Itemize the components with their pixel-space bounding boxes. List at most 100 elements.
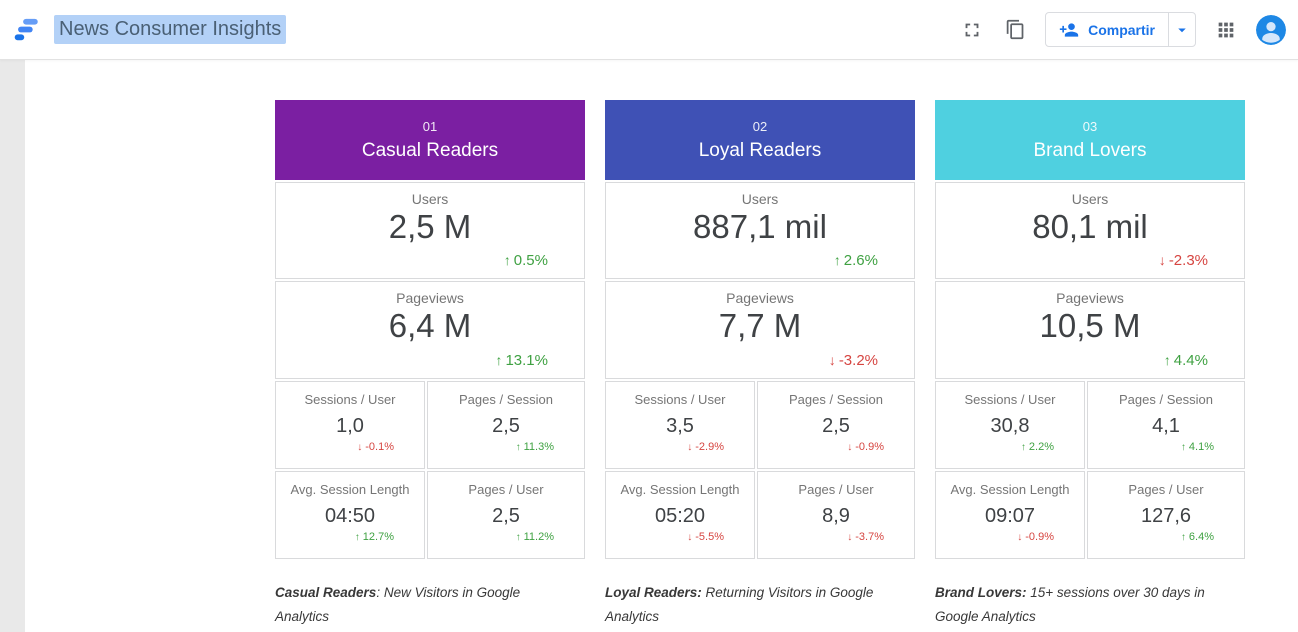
panel-header[interactable]: 03 Brand Lovers (935, 100, 1245, 180)
metric-delta: -0.9% (1017, 531, 1054, 543)
sessions-per-user-scorecard[interactable]: Sessions / User 30,8 2.2% (935, 381, 1085, 469)
trend-arrow-icon (504, 252, 511, 269)
delta-value: -3.7% (855, 531, 884, 543)
metric-label: Pages / User (428, 482, 584, 497)
trend-arrow-icon (516, 531, 521, 543)
metric-delta: -0.9% (847, 441, 884, 453)
user-avatar[interactable] (1256, 15, 1286, 45)
metric-value: 2,5 (428, 415, 584, 438)
metric-label: Sessions / User (936, 392, 1084, 407)
trend-arrow-icon (355, 531, 360, 543)
metric-label: Sessions / User (606, 392, 754, 407)
metric-value: 1,0 (276, 415, 424, 438)
scorecard-row: Avg. Session Length 04:50 12.7% Pages / … (275, 471, 585, 559)
pages-per-user-scorecard[interactable]: Pages / User 127,6 6.4% (1087, 471, 1245, 559)
metric-delta: 11.3% (516, 441, 554, 453)
panel-casual-readers: 01 Casual Readers Users 2,5 M 0.5% Pagev… (275, 100, 585, 559)
metric-value: 7,7 M (606, 307, 914, 345)
share-button[interactable]: Compartir (1046, 13, 1168, 46)
delta-value: 2.2% (1029, 441, 1054, 453)
app-header: News Consumer Insights Compartir (0, 0, 1298, 60)
avg-session-length-scorecard[interactable]: Avg. Session Length 09:07 -0.9% (935, 471, 1085, 559)
delta-value: 11.3% (524, 441, 554, 453)
metric-value: 04:50 (276, 505, 424, 528)
metric-delta: 6.4% (1181, 531, 1214, 543)
pages-per-user-scorecard[interactable]: Pages / User 8,9 -3.7% (757, 471, 915, 559)
trend-arrow-icon (1159, 252, 1166, 269)
trend-arrow-icon (516, 441, 521, 453)
delta-value: 0.5% (514, 252, 548, 269)
metric-value: 127,6 (1088, 505, 1244, 528)
metric-value: 10,5 M (936, 307, 1244, 345)
metric-label: Users (606, 191, 914, 207)
trend-arrow-icon (496, 352, 503, 369)
delta-value: -0.1% (365, 441, 394, 453)
delta-value: -5.5% (695, 531, 724, 543)
pages-per-user-scorecard[interactable]: Pages / User 2,5 11.2% (427, 471, 585, 559)
panel-title: Casual Readers (275, 140, 585, 162)
apps-grid-button[interactable] (1213, 17, 1239, 43)
metric-label: Avg. Session Length (276, 482, 424, 497)
pages-per-session-scorecard[interactable]: Pages / Session 2,5 11.3% (427, 381, 585, 469)
trend-arrow-icon (829, 352, 836, 369)
avg-session-length-scorecard[interactable]: Avg. Session Length 04:50 12.7% (275, 471, 425, 559)
users-scorecard[interactable]: Users 887,1 mil 2.6% (605, 182, 915, 279)
metric-delta: 2.6% (834, 252, 878, 269)
delta-value: 2.6% (844, 252, 878, 269)
metric-delta: -5.5% (687, 531, 724, 543)
panel-header[interactable]: 01 Casual Readers (275, 100, 585, 180)
footnote-casual-readers: Casual Readers: New Visitors in Google A… (275, 581, 567, 629)
metric-label: Avg. Session Length (936, 482, 1084, 497)
metric-delta: -2.9% (687, 441, 724, 453)
metric-delta: 2.2% (1021, 441, 1054, 453)
scorecard-row: Sessions / User 30,8 2.2% Pages / Sessio… (935, 381, 1245, 469)
trend-arrow-icon (1017, 531, 1022, 543)
report-title[interactable]: News Consumer Insights (54, 15, 286, 44)
footnote-loyal-readers: Loyal Readers: Returning Visitors in Goo… (605, 581, 897, 629)
share-button-group: Compartir (1045, 12, 1196, 47)
pages-per-session-scorecard[interactable]: Pages / Session 4,1 4.1% (1087, 381, 1245, 469)
trend-arrow-icon (1181, 531, 1186, 543)
header-actions: Compartir (959, 12, 1286, 47)
metric-value: 09:07 (936, 505, 1084, 528)
metric-delta: 12.7% (355, 531, 394, 543)
panel-header[interactable]: 02 Loyal Readers (605, 100, 915, 180)
scorecard-row: Sessions / User 3,5 -2.9% Pages / Sessio… (605, 381, 915, 469)
sessions-per-user-scorecard[interactable]: Sessions / User 1,0 -0.1% (275, 381, 425, 469)
metric-label: Pages / Session (758, 392, 914, 407)
metric-value: 887,1 mil (606, 208, 914, 246)
metric-value: 3,5 (606, 415, 754, 438)
delta-value: 4.1% (1189, 441, 1214, 453)
users-scorecard[interactable]: Users 80,1 mil -2.3% (935, 182, 1245, 279)
metric-delta: 0.5% (504, 252, 548, 269)
delta-value: 13.1% (505, 352, 548, 369)
delta-value: -3.2% (839, 352, 878, 369)
metric-value: 2,5 (428, 505, 584, 528)
delta-value: -2.9% (695, 441, 724, 453)
pages-per-session-scorecard[interactable]: Pages / Session 2,5 -0.9% (757, 381, 915, 469)
pageviews-scorecard[interactable]: Pageviews 7,7 M -3.2% (605, 281, 915, 379)
metric-label: Pages / User (1088, 482, 1244, 497)
pageviews-scorecard[interactable]: Pageviews 6,4 M 13.1% (275, 281, 585, 379)
pageviews-scorecard[interactable]: Pageviews 10,5 M 4.4% (935, 281, 1245, 379)
delta-value: -2.3% (1169, 252, 1208, 269)
copy-pages-button[interactable] (1002, 17, 1028, 43)
trend-arrow-icon (1164, 352, 1171, 369)
metric-value: 80,1 mil (936, 208, 1244, 246)
metric-label: Pages / Session (1088, 392, 1244, 407)
sessions-per-user-scorecard[interactable]: Sessions / User 3,5 -2.9% (605, 381, 755, 469)
avg-session-length-scorecard[interactable]: Avg. Session Length 05:20 -5.5% (605, 471, 755, 559)
metric-delta: 4.4% (1164, 352, 1208, 369)
users-scorecard[interactable]: Users 2,5 M 0.5% (275, 182, 585, 279)
delta-value: 6.4% (1189, 531, 1214, 543)
metric-label: Users (276, 191, 584, 207)
trend-arrow-icon (1021, 441, 1026, 453)
caret-down-icon (1173, 21, 1191, 39)
metric-delta: -3.7% (847, 531, 884, 543)
footnote-brand-lovers: Brand Lovers: 15+ sessions over 30 days … (935, 581, 1227, 629)
fullscreen-button[interactable] (959, 17, 985, 43)
trend-arrow-icon (847, 441, 852, 453)
share-dropdown-button[interactable] (1168, 13, 1195, 46)
scorecard-row: Avg. Session Length 05:20 -5.5% Pages / … (605, 471, 915, 559)
data-studio-logo-icon[interactable] (12, 16, 40, 44)
